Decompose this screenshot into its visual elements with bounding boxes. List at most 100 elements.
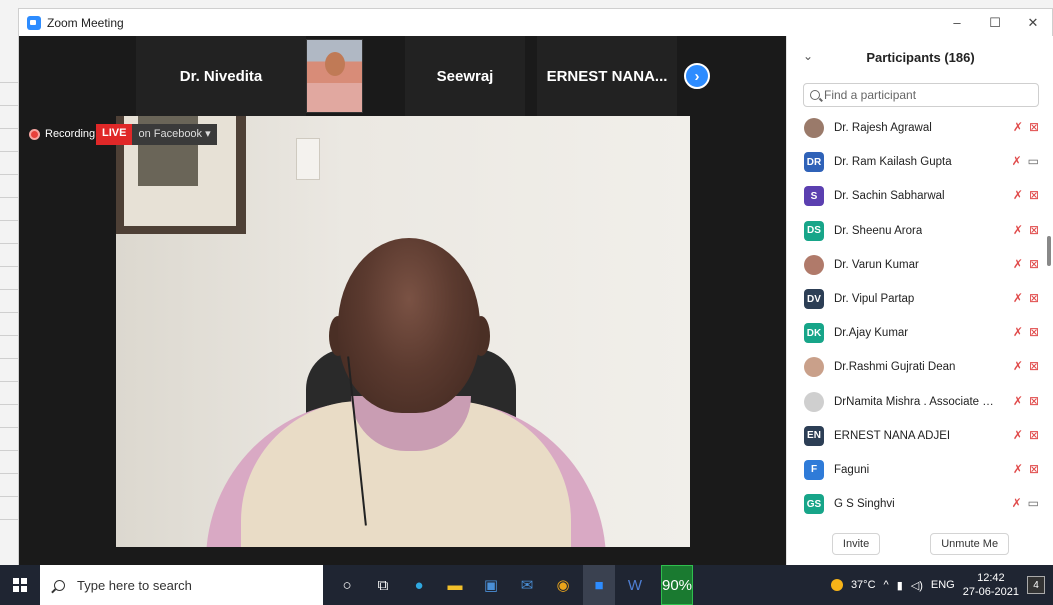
recording-indicator[interactable]: Recording — [29, 128, 95, 140]
participant-status-icons: ✗ ⊠ — [1013, 359, 1039, 373]
close-button[interactable]: ✕ — [1014, 9, 1052, 36]
participant-photo-avatar — [804, 254, 824, 275]
mic-muted-icon: ✗ — [1012, 393, 1023, 408]
live-badge: LIVE — [96, 124, 133, 145]
volume-icon[interactable]: ◁) — [911, 579, 923, 592]
participant-status-icons: ✗ ⊠ — [1013, 462, 1039, 476]
participant-status-icons: ✗ ⊠ — [1013, 188, 1039, 202]
file-explorer-icon[interactable]: ▬ — [439, 565, 471, 605]
participant-name: DrNamita Mishra . Associate pr... — [834, 395, 994, 408]
participant-initials-avatar: DS — [804, 220, 824, 241]
mic-muted-icon: ✗ — [1012, 188, 1023, 203]
camera-off-icon: ⊠ — [1028, 427, 1039, 442]
camera-off-icon: ⊠ — [1028, 222, 1039, 237]
participants-title: Participants (186) — [866, 49, 975, 65]
title-bar: Zoom Meeting – ☐ ✕ — [19, 9, 1052, 36]
record-dot-icon — [29, 128, 40, 140]
next-page-button[interactable]: › — [684, 63, 710, 89]
participant-photo-avatar — [804, 391, 824, 412]
battery-app-icon[interactable]: 90% — [655, 565, 693, 605]
weather-sun-icon[interactable] — [830, 579, 843, 591]
cortana-icon[interactable]: ○ — [331, 565, 363, 605]
participant-row[interactable]: Dr. Rajesh Agrawal ✗ ⊠ — [787, 111, 1045, 145]
zoom-app-icon[interactable]: ■ — [583, 565, 615, 605]
edge-icon[interactable]: ● — [403, 565, 435, 605]
participant-initials-avatar: EN — [804, 425, 824, 446]
meeting-area: Dr. Nivedita Seewraj ERNEST NANA... › Re… — [19, 36, 786, 566]
participant-initials-avatar: GS — [804, 494, 824, 515]
participant-row[interactable]: DR Dr. Ram Kailash Gupta ✗ ▭ — [787, 145, 1045, 179]
chrome-icon[interactable]: ◉ — [547, 565, 579, 605]
search-icon — [810, 90, 820, 100]
participant-status-icons: ✗ ⊠ — [1013, 223, 1039, 237]
clock-time: 12:42 — [977, 572, 1005, 584]
windows-logo-icon — [13, 578, 27, 592]
strip-tile-name: ERNEST NANA... — [546, 67, 668, 85]
task-view-icon[interactable]: ⧉ — [367, 565, 399, 605]
camera-off-icon: ⊠ — [1028, 188, 1039, 203]
participant-name: Dr. Sachin Sabharwal — [834, 190, 945, 203]
mic-muted-icon: ✗ — [1011, 496, 1022, 511]
camera-off-icon: ⊠ — [1028, 393, 1039, 408]
participant-row[interactable]: DrNamita Mishra . Associate pr... ✗ ⊠ — [787, 385, 1045, 419]
language-indicator[interactable]: ENG — [931, 579, 955, 591]
wall-socket — [296, 138, 320, 180]
live-destination: on Facebook ▾ — [132, 124, 217, 145]
clock-date: 27-06-2021 — [962, 586, 1019, 598]
participant-row[interactable]: EN ERNEST NANA ADJEI ✗ ⊠ — [787, 419, 1045, 453]
participant-status-icons: ✗ ⊠ — [1013, 120, 1039, 134]
participant-initials-avatar: DR — [804, 152, 824, 173]
participants-panel: ⌄ Participants (186) Find a participant … — [786, 36, 1053, 566]
participant-name: Dr. Varun Kumar — [834, 258, 919, 271]
participant-row[interactable]: DV Dr. Vipul Partap ✗ ⊠ — [787, 282, 1045, 316]
live-stream-indicator[interactable]: LIVE on Facebook ▾ — [96, 124, 217, 145]
battery-indicator: 90% — [661, 565, 693, 605]
word-icon[interactable]: W — [619, 565, 651, 605]
participant-initials-avatar: DV — [804, 289, 824, 310]
participant-row[interactable]: DK Dr.Ajay Kumar ✗ ⊠ — [787, 316, 1045, 350]
participant-row[interactable]: DS Dr. Sheenu Arora ✗ ⊠ — [787, 214, 1045, 248]
participant-scrollbar[interactable] — [1047, 116, 1051, 546]
participant-row[interactable]: Dr. Varun Kumar ✗ ⊠ — [787, 248, 1045, 282]
windows-taskbar: Type here to search ○ ⧉ ● ▬ ▣ ✉ ◉ ■ W 90… — [0, 565, 1053, 605]
taskbar-search-input[interactable]: Type here to search — [40, 565, 323, 605]
mail-icon[interactable]: ✉ — [511, 565, 543, 605]
active-speaker-video — [116, 116, 690, 547]
participant-row[interactable]: GS G S Singhvi ✗ ▭ — [787, 487, 1045, 521]
participant-photo-avatar — [804, 118, 824, 139]
chevron-down-icon[interactable]: ⌄ — [803, 49, 813, 63]
chevron-up-icon[interactable]: ^ — [884, 579, 889, 591]
notification-count: 4 — [1033, 579, 1039, 591]
participant-list: Dr. Rajesh Agrawal ✗ ⊠ DR Dr. Ram Kailash Gu… — [787, 111, 1045, 521]
strip-tile-1[interactable]: Dr. Nivedita — [136, 36, 306, 116]
participant-row[interactable]: Dr.Rashmi Gujrati Dean ✗ ⊠ — [787, 350, 1045, 384]
notification-center-icon[interactable]: 4 — [1027, 576, 1045, 594]
participant-name: Dr. Rajesh Agrawal — [834, 122, 932, 135]
strip-tile-2[interactable]: Seewraj — [405, 36, 525, 116]
camera-icon: ▭ — [1027, 154, 1039, 169]
network-icon[interactable]: ▮ — [897, 579, 903, 592]
strip-tile-3[interactable]: ERNEST NANA... — [537, 36, 677, 116]
search-placeholder: Find a participant — [824, 88, 917, 102]
minimize-button[interactable]: – — [938, 9, 976, 36]
store-icon[interactable]: ▣ — [475, 565, 507, 605]
invite-button[interactable]: Invite — [831, 533, 881, 555]
participant-photo-avatar — [804, 357, 824, 378]
weather-temperature[interactable]: 37°C — [851, 579, 876, 591]
scrollbar-thumb[interactable] — [1047, 236, 1051, 266]
system-tray: 37°C ^ ▮ ◁) ENG 12:42 27-06-2021 4 — [830, 565, 1053, 605]
participant-row[interactable]: F Faguni ✗ ⊠ — [787, 453, 1045, 487]
taskbar-apps: ○ ⧉ ● ▬ ▣ ✉ ◉ ■ W 90% — [331, 565, 693, 605]
mic-muted-icon: ✗ — [1012, 427, 1023, 442]
start-button[interactable] — [0, 565, 40, 605]
participant-row[interactable]: S Dr. Sachin Sabharwal ✗ ⊠ — [787, 179, 1045, 213]
clock[interactable]: 12:42 27-06-2021 — [963, 571, 1019, 599]
unmute-me-button[interactable]: Unmute Me — [930, 533, 1010, 555]
participant-video-thumbnail[interactable] — [306, 39, 363, 113]
participants-footer: Invite Unmute Me — [787, 522, 1053, 566]
mic-muted-icon: ✗ — [1012, 120, 1023, 134]
participant-name: Dr. Vipul Partap — [834, 293, 915, 306]
participant-search-input[interactable]: Find a participant — [803, 83, 1039, 107]
maximize-button[interactable]: ☐ — [976, 9, 1014, 36]
thumbnail-face — [325, 52, 345, 76]
